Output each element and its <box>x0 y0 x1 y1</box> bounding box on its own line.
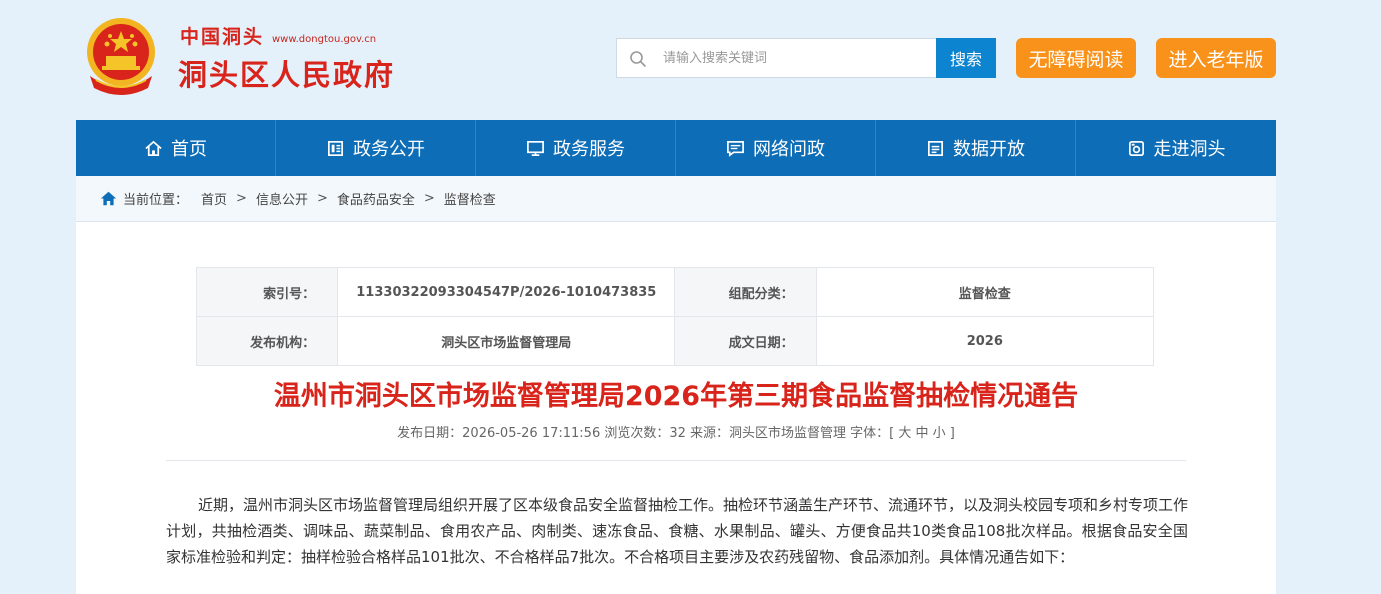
document-icon <box>327 140 344 156</box>
camera-icon <box>1128 140 1144 156</box>
date-label: 成文日期： <box>674 316 817 366</box>
article-content: 索引号： 11330322093304547P/2026-1010473835 … <box>76 222 1276 594</box>
breadcrumb-prefix: 当前位置： <box>123 193 189 208</box>
document-meta-table: 索引号： 11330322093304547P/2026-1010473835 … <box>195 267 1155 366</box>
national-emblem-icon <box>87 18 155 95</box>
data-icon <box>927 140 944 156</box>
nav-item-home[interactable]: 首页 <box>76 120 276 176</box>
nav-item-label: 首页 <box>171 139 207 160</box>
nav-item-open-data[interactable]: 数据开放 <box>876 120 1076 176</box>
search-button[interactable]: 搜索 <box>936 38 996 78</box>
divider <box>166 460 1186 461</box>
logo-url: www.dongtou.gov.cn <box>272 34 377 45</box>
site-header: 中国洞头 www.dongtou.gov.cn 洞头区人民政府 搜索 无障碍阅读… <box>0 0 1381 120</box>
home-icon <box>100 191 117 206</box>
article-paragraph: 近期，温州市洞头区市场监督管理局组织开展了区本级食品安全监督抽检工作。抽检环节涵… <box>166 496 1189 566</box>
breadcrumb-item-food-drug-safety[interactable]: 食品药品安全 <box>337 189 415 208</box>
nav-item-about-dongtou[interactable]: 走进洞头 <box>1076 120 1276 176</box>
nav-item-label: 政务公开 <box>353 139 425 160</box>
main-nav: 首页 政务公开 政务服务 网络问政 数据开放 走进洞头 <box>76 120 1276 176</box>
date-value: 2026 <box>815 316 1155 366</box>
site-title: 洞头区人民政府 <box>178 58 396 92</box>
accessible-reading-button[interactable]: 无障碍阅读 <box>1016 38 1136 78</box>
breadcrumb-separator: > <box>236 191 247 206</box>
home-icon <box>145 140 162 156</box>
breadcrumb-item-home[interactable]: 首页 <box>201 189 227 208</box>
nav-item-label: 政务服务 <box>553 139 625 160</box>
message-icon <box>727 140 744 157</box>
publisher-value: 洞头区市场监督管理局 <box>337 316 676 366</box>
nav-item-government-affairs[interactable]: 政务公开 <box>276 120 476 176</box>
breadcrumb: 当前位置： 首页 > 信息公开 > 食品药品安全 > 监督检查 <box>76 176 1276 222</box>
monitor-icon <box>527 140 544 156</box>
breadcrumb-item-supervision[interactable]: 监督检查 <box>444 189 496 208</box>
nav-item-label: 数据开放 <box>953 139 1025 160</box>
elder-mode-button[interactable]: 进入老年版 <box>1156 38 1276 78</box>
category-label: 组配分类： <box>674 267 817 317</box>
article-title: 温州市洞头区市场监督管理局2026年第三期食品监督抽检情况通告 <box>273 381 1079 412</box>
nav-item-label: 网络问政 <box>753 139 825 160</box>
breadcrumb-separator: > <box>316 191 328 206</box>
breadcrumb-separator: > <box>423 191 435 206</box>
logo-china-dongtou: 中国洞头 <box>180 26 265 48</box>
nav-item-label: 走进洞头 <box>1153 139 1226 160</box>
publisher-label: 发布机构： <box>195 316 339 366</box>
search-icon <box>630 51 646 67</box>
index-value: 11330322093304547P/2026-1010473835 <box>337 267 676 317</box>
search-input[interactable] <box>663 39 933 77</box>
article-info-line: 发布日期：2026-05-26 17:11:56 浏览次数：32 来源：洞头区市… <box>397 426 955 441</box>
breadcrumb-item-info-disclosure[interactable]: 信息公开 <box>256 189 308 208</box>
category-value: 监督检查 <box>815 267 1155 317</box>
nav-item-government-services[interactable]: 政务服务 <box>476 120 676 176</box>
search-box <box>616 38 936 78</box>
index-label: 索引号： <box>195 267 339 317</box>
nav-item-online-inquiry[interactable]: 网络问政 <box>676 120 876 176</box>
